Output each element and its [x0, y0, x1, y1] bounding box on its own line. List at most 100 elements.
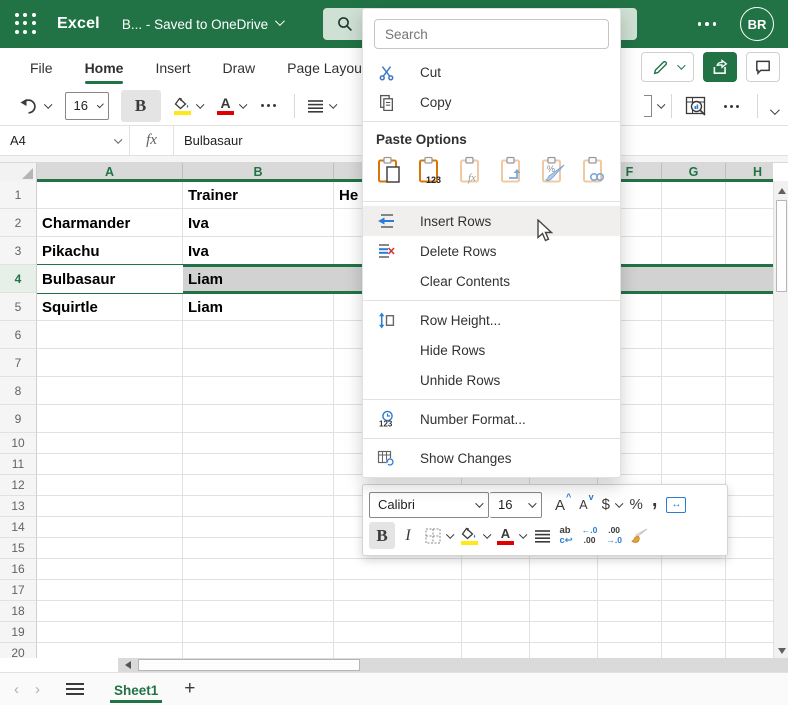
paste-formulas-button[interactable]: fx — [457, 157, 487, 189]
mini-alignment-button[interactable] — [530, 522, 555, 549]
menu-item-delete-rows[interactable]: Delete Rows — [363, 236, 620, 266]
row-header-2[interactable]: 2 — [0, 209, 37, 237]
row-header-18[interactable]: 18 — [0, 601, 37, 622]
vertical-scrollbar[interactable] — [773, 181, 788, 658]
mini-bold-button[interactable]: B — [369, 522, 395, 549]
paste-formatting-button[interactable]: % — [539, 157, 569, 189]
vertical-scroll-thumb[interactable] — [776, 200, 787, 292]
titlebar-more-icon[interactable] — [692, 16, 723, 32]
cell-B1[interactable]: Trainer — [183, 181, 334, 209]
context-menu-search[interactable] — [374, 19, 609, 49]
document-title[interactable]: B... - Saved to OneDrive — [122, 17, 282, 32]
cell-A2[interactable]: Charmander — [37, 209, 183, 237]
format-painter-button[interactable] — [627, 522, 653, 549]
grow-font-button[interactable]: A^ — [551, 491, 574, 518]
cell-B5[interactable]: Liam — [183, 293, 334, 321]
menu-item-hide-rows[interactable]: Hide Rows — [363, 335, 620, 365]
avatar[interactable]: BR — [740, 7, 774, 41]
prev-sheet-icon[interactable]: ‹ — [6, 681, 27, 698]
row-header-13[interactable]: 13 — [0, 496, 37, 517]
select-all-corner[interactable] — [0, 163, 37, 181]
mini-font-name-combo[interactable]: Calibri — [369, 492, 489, 518]
next-sheet-icon[interactable]: › — [27, 681, 48, 698]
cell-B2[interactable]: Iva — [183, 209, 334, 237]
scroll-up-icon[interactable] — [774, 183, 788, 198]
percent-format-button[interactable]: % — [625, 491, 646, 518]
row-header-16[interactable]: 16 — [0, 559, 37, 580]
row-header-14[interactable]: 14 — [0, 517, 37, 538]
number-format-dropdown-partial[interactable] — [642, 90, 665, 122]
paste-link-button[interactable] — [580, 157, 610, 189]
row-header-3[interactable]: 3 — [0, 237, 37, 265]
row-header-20[interactable]: 20 — [0, 643, 37, 658]
row-header-17[interactable]: 17 — [0, 580, 37, 601]
row-header-1[interactable]: 1 — [0, 181, 37, 209]
row-header-10[interactable]: 10 — [0, 433, 37, 454]
undo-button[interactable] — [14, 90, 55, 122]
editing-mode-button[interactable] — [641, 52, 694, 82]
tab-draw[interactable]: Draw — [206, 51, 271, 84]
menu-item-insert-rows[interactable]: Insert Rows — [363, 206, 620, 236]
merge-cells-button[interactable]: ↔ — [662, 491, 690, 518]
row-header-19[interactable]: 19 — [0, 622, 37, 643]
mini-font-color-button[interactable]: A — [493, 522, 529, 549]
comments-button[interactable] — [746, 52, 780, 82]
insert-function-button[interactable]: fx — [130, 126, 174, 155]
row-header-7[interactable]: 7 — [0, 349, 37, 377]
font-color-button[interactable]: A — [212, 90, 250, 122]
font-size-combo[interactable]: 16 — [65, 92, 109, 120]
app-launcher-waffle-icon[interactable] — [15, 13, 37, 35]
tab-insert[interactable]: Insert — [139, 51, 206, 84]
menu-item-number-format[interactable]: 123Number Format... — [363, 404, 620, 434]
row-header-9[interactable]: 9 — [0, 405, 37, 433]
row-header-11[interactable]: 11 — [0, 454, 37, 475]
comma-format-button[interactable]: , — [648, 491, 662, 518]
toolbar-overflow-icon[interactable] — [713, 90, 750, 122]
cell-A3[interactable]: Pikachu — [37, 237, 183, 265]
cell-B3[interactable]: Iva — [183, 237, 334, 265]
share-button[interactable] — [703, 52, 737, 82]
menu-item-show-changes[interactable]: Show Changes — [363, 443, 620, 473]
currency-format-button[interactable]: $ — [598, 491, 625, 518]
menu-item-clear-contents[interactable]: Clear Contents — [363, 266, 620, 296]
paste-transpose-button[interactable] — [498, 157, 528, 189]
menu-item-cut[interactable]: Cut — [363, 57, 620, 87]
row-header-8[interactable]: 8 — [0, 377, 37, 405]
horizontal-scroll-thumb[interactable] — [138, 659, 360, 671]
shrink-font-button[interactable]: Av — [575, 491, 596, 518]
scroll-left-icon[interactable] — [120, 658, 136, 672]
borders-button[interactable] — [421, 522, 456, 549]
mini-fill-color-button[interactable] — [457, 522, 493, 549]
row-header-15[interactable]: 15 — [0, 538, 37, 559]
scroll-down-icon[interactable] — [774, 643, 788, 658]
row-header-4[interactable]: 4 — [0, 265, 37, 293]
row-header-12[interactable]: 12 — [0, 475, 37, 496]
cell-A4[interactable]: Bulbasaur — [37, 265, 183, 293]
menu-item-unhide-rows[interactable]: Unhide Rows — [363, 365, 620, 395]
all-sheets-menu-icon[interactable] — [66, 683, 84, 695]
increase-decimal-button[interactable]: .00→.0 — [602, 522, 626, 549]
menu-item-copy[interactable]: Copy — [363, 87, 620, 117]
row-header-6[interactable]: 6 — [0, 321, 37, 349]
alignment-button[interactable] — [302, 90, 340, 122]
menu-item-row-height[interactable]: Row Height... — [363, 305, 620, 335]
wrap-text-button[interactable]: abc↩ — [556, 522, 577, 549]
find-button[interactable] — [679, 90, 713, 122]
tab-home[interactable]: Home — [69, 51, 140, 84]
toolbar-more-formatting-icon[interactable] — [250, 90, 287, 122]
sheet-tab-sheet1[interactable]: Sheet1 — [100, 675, 172, 704]
fill-color-button[interactable] — [169, 90, 207, 122]
horizontal-scrollbar[interactable] — [118, 658, 788, 672]
cell-B4[interactable]: Liam — [183, 265, 334, 293]
search-input[interactable] — [385, 27, 598, 42]
collapse-ribbon-icon[interactable] — [765, 95, 782, 127]
decrease-decimal-button[interactable]: ←.0.00 — [578, 522, 602, 549]
tab-file[interactable]: File — [14, 51, 69, 84]
cell-A5[interactable]: Squirtle — [37, 293, 183, 321]
bold-button[interactable]: B — [121, 90, 161, 122]
name-box[interactable]: A4 — [0, 126, 130, 155]
mini-italic-button[interactable]: I — [396, 522, 420, 549]
add-sheet-button[interactable]: + — [172, 678, 207, 700]
paste-button[interactable] — [375, 157, 405, 189]
paste-values-button[interactable]: 123 — [416, 157, 446, 189]
